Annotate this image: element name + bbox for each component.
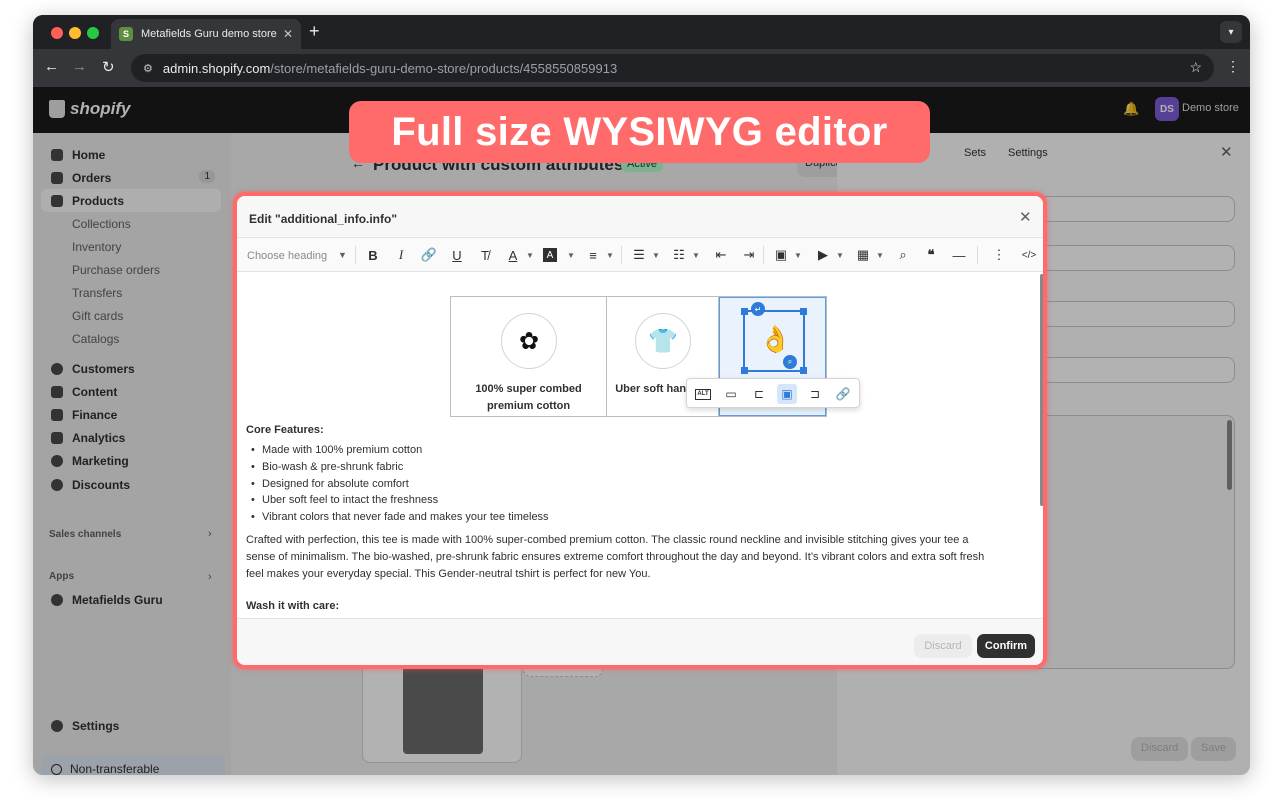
shopify-favicon-icon: S — [119, 27, 133, 41]
chevron-down-icon[interactable]: ▾ — [1220, 21, 1242, 43]
browser-toolbar: ← → ↻ ⚙ admin.shopify.com/store/metafiel… — [33, 49, 1250, 87]
align-image-left-icon[interactable]: ⊏ — [749, 384, 769, 404]
wysiwyg-editor-modal: Edit "additional_info.info" ✕ Choose hea… — [233, 192, 1047, 669]
chevron-down-icon[interactable]: ▼ — [691, 245, 701, 265]
align-image-center-icon[interactable]: ▣ — [777, 384, 797, 404]
resize-handle[interactable] — [741, 308, 748, 315]
ok-hand-icon: 👌 — [759, 324, 792, 354]
list-item: Designed for absolute comfort — [251, 478, 409, 490]
chevron-down-icon[interactable]: ▼ — [875, 245, 885, 265]
link-icon[interactable]: 🔗 — [419, 245, 439, 265]
site-settings-icon[interactable]: ⚙ — [143, 62, 153, 75]
image-toolbar: ALT ▭ ⊏ ▣ ⊐ 🔗 — [686, 378, 860, 408]
editor-toolbar: Choose heading ▼ B I 🔗 U T̸ A ▼ A ▼ ≡ ▼ … — [237, 238, 1043, 272]
italic-icon[interactable]: I — [391, 245, 411, 265]
more-menu-icon[interactable]: ⋮ — [1226, 58, 1240, 75]
core-features-heading: Core Features: — [246, 424, 324, 436]
chevron-down-icon[interactable]: ▼ — [793, 245, 803, 265]
resize-handle[interactable] — [800, 367, 807, 374]
chevron-down-icon[interactable]: ▼ — [338, 250, 347, 260]
clear-format-icon[interactable]: T̸ — [475, 245, 495, 265]
feature-cell[interactable]: ✿ 100% super combed premium cotton — [451, 297, 607, 416]
list-item: Uber soft feel to intact the freshness — [251, 494, 438, 506]
numbered-list-icon[interactable]: ☷ — [669, 245, 689, 265]
promo-banner: Full size WYSIWYG editor — [349, 101, 930, 163]
browser-tab[interactable]: S Metafields Guru demo store · ✕ — [111, 19, 301, 49]
discard-button[interactable]: Discard — [914, 634, 972, 658]
source-code-icon[interactable]: </> — [1019, 245, 1039, 265]
description-line: sense of minimalism. The bio-washed, pre… — [246, 551, 985, 563]
indent-icon[interactable]: ⇥ — [739, 245, 759, 265]
editor-content[interactable]: ✿ 100% super combed premium cotton 👕 Ube… — [237, 272, 1043, 618]
bold-icon[interactable]: B — [363, 245, 383, 265]
chevron-down-icon[interactable]: ▼ — [566, 245, 576, 265]
resize-handle[interactable] — [800, 308, 807, 315]
align-left-icon[interactable]: ≡ — [583, 245, 603, 265]
highlight-color-icon[interactable]: A — [543, 248, 557, 262]
tshirt-icon: 👕 — [635, 313, 691, 369]
toolbar-divider — [977, 246, 978, 264]
modal-title: Edit "additional_info.info" — [249, 212, 398, 226]
toolbar-divider — [355, 246, 356, 264]
back-arrow-icon[interactable]: ← — [44, 58, 59, 75]
more-options-icon[interactable]: ⋮ — [989, 245, 1009, 265]
heading-select[interactable]: Choose heading — [247, 250, 327, 262]
close-icon[interactable]: ✕ — [1019, 208, 1032, 226]
bookmark-star-icon[interactable]: ☆ — [1189, 59, 1202, 76]
bulleted-list-icon[interactable]: ☰ — [629, 245, 649, 265]
feature-label: 100% super combed premium cotton — [475, 383, 582, 412]
zoom-badge-icon: ⌕ — [783, 355, 797, 369]
url-host: admin.shopify.com — [162, 60, 271, 76]
confirm-button[interactable]: Confirm — [977, 634, 1035, 658]
chevron-down-icon[interactable]: ▼ — [605, 245, 615, 265]
close-icon[interactable]: ✕ — [283, 27, 293, 41]
link-icon[interactable]: 🔗 — [833, 384, 853, 404]
close-window-button[interactable] — [51, 27, 63, 39]
align-image-right-icon[interactable]: ⊐ — [805, 384, 825, 404]
insert-image-icon[interactable]: ▣ — [771, 245, 791, 265]
chevron-down-icon[interactable]: ▼ — [651, 245, 661, 265]
font-color-icon[interactable]: A — [503, 245, 523, 265]
forward-arrow-icon[interactable]: → — [72, 58, 87, 75]
url-path: /store/metafields-guru-demo-store/produc… — [270, 60, 618, 76]
outdent-icon[interactable]: ⇤ — [711, 245, 731, 265]
find-replace-icon[interactable]: ⌕ — [893, 245, 913, 265]
toolbar-divider — [621, 246, 622, 264]
cotton-icon: ✿ — [501, 313, 557, 369]
tab-title: Metafields Guru demo store · — [141, 28, 277, 40]
list-item: Vibrant colors that never fade and makes… — [251, 511, 549, 523]
maximize-window-button[interactable] — [87, 27, 99, 39]
description-line: Crafted with perfection, this tee is mad… — [246, 534, 969, 546]
list-item: Made with 100% premium cotton — [251, 444, 422, 456]
resize-handle[interactable] — [741, 367, 748, 374]
new-tab-icon[interactable]: + — [309, 21, 320, 42]
underline-icon[interactable]: U — [447, 245, 467, 265]
chevron-down-icon[interactable]: ▼ — [525, 245, 535, 265]
modal-footer: Discard Confirm — [237, 618, 1043, 665]
toolbar-divider — [763, 246, 764, 264]
list-item: Bio-wash & pre-shrunk fabric — [251, 461, 403, 473]
reload-icon[interactable]: ↻ — [102, 58, 115, 76]
table-icon[interactable]: ▦ — [853, 245, 873, 265]
minimize-window-button[interactable] — [69, 27, 81, 39]
wash-care-heading: Wash it with care: — [246, 600, 340, 612]
insert-media-icon[interactable]: ▶ — [813, 245, 833, 265]
description-line: feel makes your everyday special. This G… — [246, 568, 651, 580]
horizontal-line-icon[interactable]: — — [949, 245, 969, 265]
blockquote-icon[interactable]: ❝ — [921, 245, 941, 265]
address-bar[interactable]: ⚙ admin.shopify.com/store/metafields-gur… — [131, 54, 1214, 82]
link-badge-icon: ↵ — [751, 302, 765, 316]
tab-bar: S Metafields Guru demo store · ✕ + ▾ — [33, 15, 1250, 49]
scrollbar[interactable] — [1040, 274, 1043, 506]
alt-text-icon[interactable]: ALT — [693, 384, 713, 404]
chevron-down-icon[interactable]: ▼ — [835, 245, 845, 265]
image-inline-icon[interactable]: ▭ — [721, 384, 741, 404]
modal-header: Edit "additional_info.info" ✕ — [237, 196, 1043, 238]
